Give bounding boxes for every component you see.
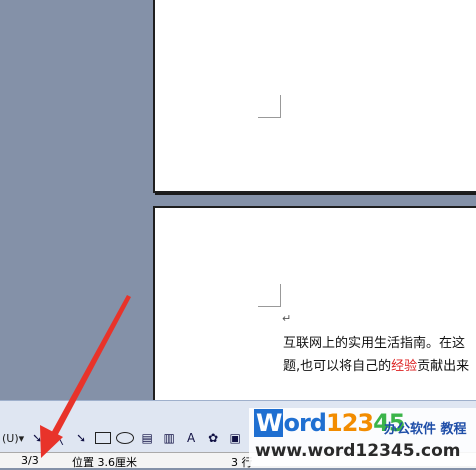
page-indicator: 3/3 (21, 454, 39, 467)
position-indicator: 位置 3.6厘米 (72, 456, 137, 469)
document-page-previous[interactable] (153, 0, 476, 193)
highlighted-word: 经验 (391, 359, 418, 374)
textbox-icon[interactable]: ▤ (138, 429, 156, 447)
document-workspace: ↵ 互联网上的实用生活指南。在这 题,也可以将自己的经验贡献出来 (0, 0, 476, 408)
line-icon[interactable]: ╲ (50, 429, 68, 447)
draw-menu-button[interactable]: (U)▾ (2, 432, 24, 445)
margin-corner-mark (258, 95, 281, 118)
wordart-icon[interactable]: A (182, 429, 200, 447)
oval-icon (116, 432, 135, 444)
rectangle-icon (95, 432, 112, 444)
paragraph-mark-icon: ↵ (282, 312, 292, 325)
margin-corner-mark (258, 284, 281, 307)
rectangle-button[interactable] (94, 429, 112, 447)
arrow-icon[interactable]: ➘ (72, 429, 90, 447)
oval-button[interactable] (116, 429, 135, 447)
watermark-url: www.word12345.com (255, 441, 461, 461)
clipart-icon[interactable]: ▣ (226, 429, 244, 447)
watermark-logo: Word12345 办公软件 教程 www.word12345.com (249, 408, 476, 466)
vertical-textbox-icon[interactable]: ▥ (160, 429, 178, 447)
diagram-icon[interactable]: ✿ (204, 429, 222, 447)
document-text-line[interactable]: 互联网上的实用生活指南。在这 (283, 332, 465, 351)
watermark-tagline: 办公软件 教程 (384, 422, 467, 437)
watermark-brand: Word12345 (254, 409, 406, 437)
pointer-icon[interactable]: ➘ (28, 429, 46, 447)
document-page-current[interactable] (153, 206, 476, 408)
document-text-line[interactable]: 题,也可以将自己的经验贡献出来 (283, 355, 469, 374)
